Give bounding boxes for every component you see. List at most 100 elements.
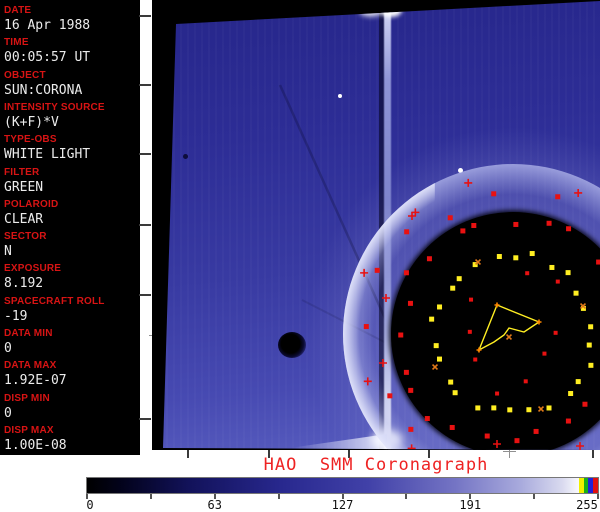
field-label: INTENSITY SOURCE bbox=[4, 101, 105, 113]
fiducial-dot bbox=[403, 270, 409, 276]
fiducial-dot bbox=[404, 229, 410, 235]
colorbar-tick-label: 127 bbox=[331, 498, 354, 512]
field-value: 1.00E-08 bbox=[4, 437, 67, 453]
fiducial-dot bbox=[437, 304, 443, 310]
field-value: N bbox=[4, 244, 12, 260]
metadata-field: INTENSITY SOURCE (K+F)*V bbox=[4, 102, 138, 131]
metadata-field: DISP MAX 1.00E-08 bbox=[4, 425, 138, 454]
field-value: CLEAR bbox=[4, 211, 44, 227]
field-value: (K+F)*V bbox=[4, 114, 59, 130]
fiducial-dot bbox=[575, 379, 581, 385]
fiducial-dot bbox=[491, 191, 497, 197]
fiducial-dot bbox=[573, 290, 579, 296]
metadata-field: OBJECT SUN:CORONA bbox=[4, 70, 138, 99]
fiducial-cross bbox=[493, 440, 501, 448]
fiducial-dot bbox=[565, 270, 571, 276]
y-axis-tick bbox=[139, 418, 151, 420]
polygon-vertex-mark bbox=[476, 347, 482, 353]
metadata-field: DATE 16 Apr 1988 bbox=[4, 5, 138, 34]
fiducial-dot bbox=[495, 391, 500, 396]
field-label: OBJECT bbox=[4, 69, 46, 81]
field-label: TIME bbox=[4, 37, 29, 49]
fiducial-dot bbox=[491, 405, 497, 411]
fiducial-dot bbox=[513, 255, 519, 261]
metadata-field: EXPOSURE 8.192 bbox=[4, 263, 138, 292]
fiducial-dot bbox=[546, 405, 552, 411]
coronagraph-viewer-window: { "sidebar": { "fields": [ {"label": "DA… bbox=[0, 0, 600, 512]
fiducial-dot bbox=[496, 254, 502, 260]
fiducial-dot bbox=[475, 405, 481, 411]
fiducial-dot bbox=[471, 223, 477, 229]
field-value: 16 Apr 1988 bbox=[4, 18, 91, 33]
fiducial-dot bbox=[407, 300, 413, 306]
fiducial-dot bbox=[484, 433, 490, 439]
fiducial-dot bbox=[542, 351, 547, 356]
fiducial-dot bbox=[426, 256, 432, 262]
field-label: SECTOR bbox=[4, 231, 47, 243]
fiducial-dot bbox=[586, 342, 592, 348]
fiducial-dot bbox=[452, 390, 458, 396]
fiducial-dot bbox=[424, 416, 430, 422]
fiducial-cross bbox=[576, 442, 584, 450]
field-label: DISP MIN bbox=[4, 392, 50, 404]
fiducial-cross bbox=[360, 268, 369, 277]
fiducial-dot bbox=[596, 259, 600, 265]
fiducial-dot bbox=[523, 379, 528, 384]
fiducial-dot bbox=[460, 228, 466, 234]
fiducial-dot bbox=[553, 330, 558, 335]
field-label: POLAROID bbox=[4, 198, 59, 210]
field-value: 8.192 bbox=[4, 276, 44, 292]
y-axis-tick bbox=[139, 153, 151, 155]
field-value: 00:05:57 UT bbox=[4, 50, 91, 66]
image-frame bbox=[163, 1, 600, 450]
colorbar bbox=[86, 477, 599, 494]
fiducial-dot bbox=[437, 356, 443, 362]
y-axis-tick bbox=[139, 294, 151, 296]
colorbar-tick bbox=[405, 494, 408, 499]
x-mark bbox=[537, 405, 545, 413]
fiducial-dot bbox=[525, 271, 530, 276]
metadata-field: DATA MIN 0 bbox=[4, 328, 138, 357]
fiducial-dot bbox=[582, 401, 588, 407]
plot-title: HAO SMM Coronagraph bbox=[263, 455, 489, 475]
polygon-vertex-mark bbox=[494, 302, 500, 308]
fiducial-dot bbox=[469, 297, 474, 302]
fiducial-dot bbox=[363, 324, 369, 330]
fiducial-dot bbox=[448, 379, 454, 385]
feature-polygon bbox=[477, 304, 541, 352]
fiducial-dot bbox=[467, 329, 472, 334]
y-axis-tick bbox=[139, 84, 151, 86]
metadata-field: POLAROID CLEAR bbox=[4, 199, 138, 228]
fiducial-dot bbox=[387, 393, 393, 399]
metadata-field: FILTER GREEN bbox=[4, 167, 138, 196]
field-value: WHITE LIGHT bbox=[4, 147, 91, 163]
fiducial-dot bbox=[588, 362, 594, 368]
field-value: 0 bbox=[4, 341, 12, 356]
fiducial-dot bbox=[568, 391, 574, 397]
field-label: EXPOSURE bbox=[4, 263, 62, 275]
field-label: FILTER bbox=[4, 166, 40, 178]
metadata-field: TYPE-OBS WHITE LIGHT bbox=[4, 134, 138, 163]
colorbar-tick bbox=[149, 494, 152, 499]
field-label: SPACECRAFT ROLL bbox=[4, 295, 105, 307]
coronagraph-image bbox=[152, 0, 600, 450]
fiducial-dot bbox=[514, 438, 520, 444]
field-label: DATA MIN bbox=[4, 328, 53, 339]
colorbar-tick-label: 63 bbox=[207, 498, 222, 512]
fiducial-dot bbox=[429, 316, 435, 322]
fiducial-dot bbox=[555, 194, 561, 200]
fiducial-dot bbox=[549, 264, 555, 270]
colorbar-tick-label: 255 bbox=[576, 498, 598, 512]
metadata-field: DATA MAX 1.92E-07 bbox=[4, 360, 138, 389]
metadata-field: TIME 00:05:57 UT bbox=[4, 37, 138, 66]
fiducial-dot bbox=[513, 221, 519, 227]
fiducial-dot bbox=[447, 215, 453, 221]
colorbar-tick bbox=[533, 494, 536, 499]
fiducial-cross bbox=[407, 444, 416, 450]
fiducial-cross bbox=[464, 178, 473, 187]
fiducial-dot bbox=[566, 226, 572, 232]
fiducial-dot bbox=[529, 251, 535, 257]
fiducial-dot bbox=[473, 357, 478, 362]
fiducial-dot bbox=[507, 407, 513, 413]
field-value: 0 bbox=[4, 405, 12, 421]
